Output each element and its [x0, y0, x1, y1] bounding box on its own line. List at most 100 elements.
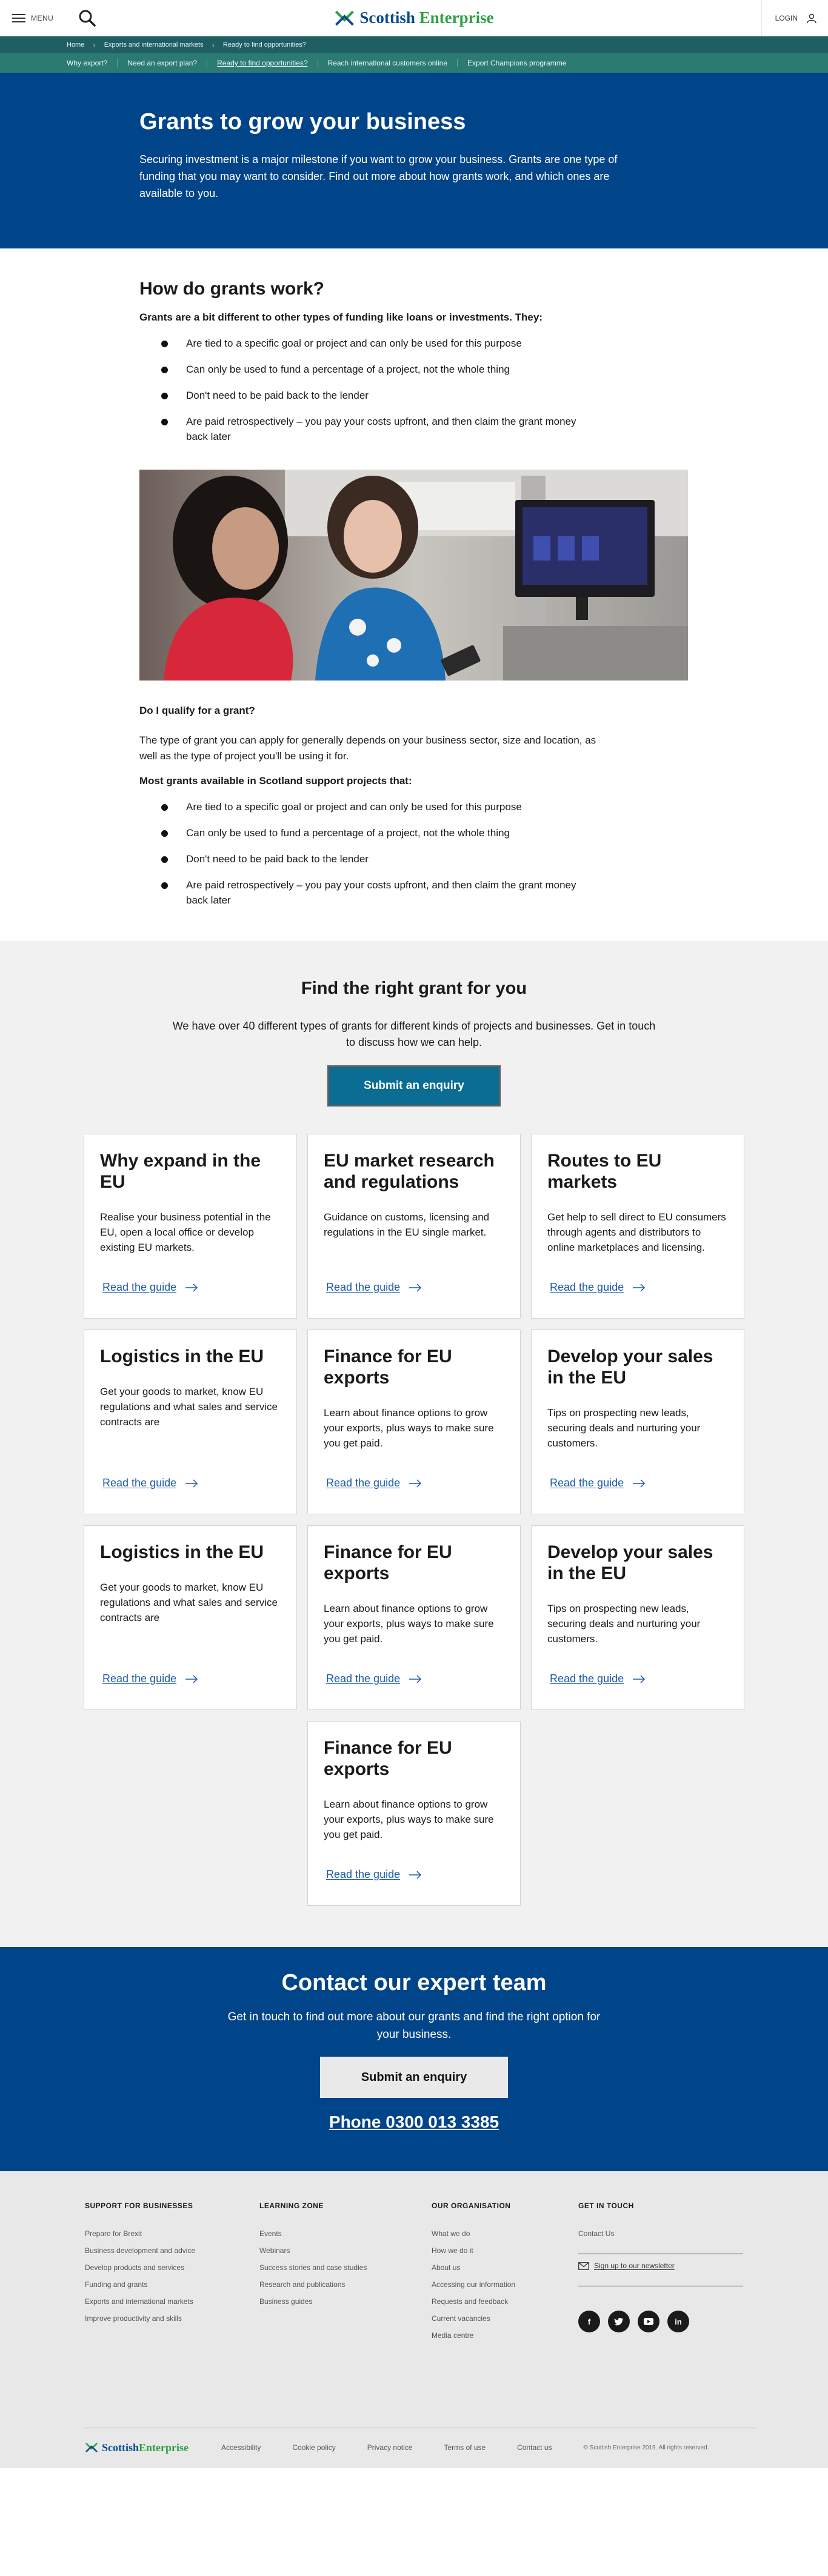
logo-word-2: Enterprise: [419, 8, 494, 27]
read-guide-link[interactable]: Read the guide: [102, 1672, 198, 1685]
footer-link[interactable]: How we do it: [432, 2246, 578, 2255]
submit-enquiry-button[interactable]: Submit an enquiry: [327, 1065, 501, 1107]
phone-link[interactable]: Phone 0300 013 3385: [0, 2112, 828, 2132]
footer-link[interactable]: Success stories and case studies: [259, 2263, 432, 2272]
footer-link[interactable]: Events: [259, 2229, 432, 2238]
linkedin-icon[interactable]: in: [667, 2311, 689, 2332]
footer-link[interactable]: Contact Us: [578, 2229, 760, 2238]
copyright-text: © Scottish Enterprise 2019. All rights r…: [583, 2444, 709, 2451]
footer-logo[interactable]: ScottishEnterprise: [85, 2441, 189, 2454]
list-item: Are paid retrospectively – you pay your …: [158, 877, 594, 908]
footer-link[interactable]: Media centre: [432, 2331, 578, 2340]
footer-column-contact: GET IN TOUCH Contact Us Sign up to our n…: [578, 2202, 760, 2348]
logo-word-2: Enterprise: [139, 2441, 189, 2454]
footer-link[interactable]: Develop products and services: [85, 2263, 259, 2272]
footer-link[interactable]: What we do: [432, 2229, 578, 2238]
subnav-export-plan[interactable]: Need an export plan?: [118, 59, 208, 67]
footer-link[interactable]: About us: [432, 2263, 578, 2272]
read-guide-link[interactable]: Read the guide: [102, 1281, 198, 1294]
search-icon[interactable]: [76, 7, 98, 29]
footer-link[interactable]: Webinars: [259, 2246, 432, 2255]
read-guide-link[interactable]: Read the guide: [326, 1672, 422, 1685]
guide-card[interactable]: Develop your sales in the EU Tips on pro…: [531, 1525, 744, 1710]
contact-submit-enquiry-button[interactable]: Submit an enquiry: [320, 2057, 508, 2098]
footer-cookie-link[interactable]: Cookie policy: [292, 2443, 335, 2452]
contact-heading: Contact our expert team: [281, 1970, 547, 1995]
guide-card[interactable]: Develop your sales in the EU Tips on pro…: [531, 1330, 744, 1514]
arrow-right-icon: [185, 1283, 198, 1292]
scotland-grants-bullet-list: Are tied to a specific goal or project a…: [158, 799, 828, 908]
read-guide-link[interactable]: Read the guide: [550, 1672, 646, 1685]
card-title: Why expand in the EU: [100, 1151, 261, 1192]
menu-button[interactable]: MENU: [12, 13, 53, 22]
read-guide-label: Read the guide: [102, 1672, 177, 1685]
footer-bottom-bar: ScottishEnterprise Accessibility Cookie …: [85, 2427, 755, 2454]
breadcrumb-current: Ready to find opportunities?: [222, 41, 306, 48]
breadcrumb-exports[interactable]: Exports and international markets: [104, 41, 204, 48]
footer-column-organisation: OUR ORGANISATION What we do How we do it…: [432, 2202, 578, 2348]
card-title: Develop your sales in the EU: [547, 1542, 713, 1583]
footer-privacy-link[interactable]: Privacy notice: [367, 2443, 413, 2452]
footer-link[interactable]: Funding and grants: [85, 2280, 259, 2289]
newsletter-link[interactable]: Sign up to our newsletter: [578, 2261, 760, 2270]
guide-card[interactable]: Logistics in the EU Get your goods to ma…: [84, 1330, 297, 1514]
footer-link[interactable]: Research and publications: [259, 2280, 432, 2289]
footer-link[interactable]: Improve productivity and skills: [85, 2314, 259, 2323]
read-guide-link[interactable]: Read the guide: [102, 1477, 198, 1489]
saltire-logo-icon: [85, 2442, 98, 2453]
card-text: Get your goods to market, know EU regula…: [100, 1386, 278, 1428]
footer-link[interactable]: Business development and advice: [85, 2246, 259, 2255]
youtube-icon[interactable]: [638, 2311, 659, 2332]
social-links: f in: [578, 2311, 760, 2332]
arrow-right-icon: [409, 1479, 422, 1488]
footer-link[interactable]: Business guides: [259, 2297, 432, 2306]
facebook-icon[interactable]: f: [578, 2311, 600, 2332]
logo-word-1: Scottish: [359, 8, 415, 27]
footer-link[interactable]: Exports and international markets: [85, 2297, 259, 2306]
card-text: Learn about finance options to grow your…: [324, 1407, 494, 1449]
guide-card[interactable]: Logistics in the EU Get your goods to ma…: [84, 1525, 297, 1710]
card-text: Get help to sell direct to EU consumers …: [547, 1211, 726, 1253]
read-guide-label: Read the guide: [326, 1281, 401, 1293]
page-title: Grants to grow your business: [139, 109, 466, 135]
twitter-icon[interactable]: [608, 2311, 630, 2332]
read-guide-link[interactable]: Read the guide: [550, 1477, 646, 1489]
guide-card[interactable]: Why expand in the EU Realise your busine…: [84, 1134, 297, 1319]
read-guide-link[interactable]: Read the guide: [326, 1477, 422, 1489]
guide-card[interactable]: Routes to EU markets Get help to sell di…: [531, 1134, 744, 1319]
subnav-reach-online[interactable]: Reach international customers online: [318, 59, 458, 67]
footer-link[interactable]: Requests and feedback: [432, 2297, 578, 2306]
footer-column-learning: LEARNING ZONE Events Webinars Success st…: [259, 2202, 432, 2348]
breadcrumb-home[interactable]: Home: [67, 41, 84, 48]
guide-cards-grid: Why expand in the EU Realise your busine…: [0, 1134, 828, 1906]
site-logo[interactable]: Scottish Enterprise: [334, 8, 494, 28]
logo-word-1: Scottish: [102, 2441, 139, 2454]
read-guide-link[interactable]: Read the guide: [326, 1868, 422, 1881]
footer-link[interactable]: Prepare for Brexit: [85, 2229, 259, 2238]
read-guide-link[interactable]: Read the guide: [550, 1281, 646, 1294]
footer-heading: LEARNING ZONE: [259, 2202, 324, 2210]
guide-card[interactable]: EU market research and regulations Guida…: [307, 1134, 521, 1319]
footer-link[interactable]: Current vacancies: [432, 2314, 578, 2323]
arrow-right-icon: [185, 1479, 198, 1488]
saltire-logo-icon: [335, 10, 354, 25]
find-grant-heading: Find the right grant for you: [301, 979, 527, 998]
guide-card[interactable]: Finance for EU exports Learn about finan…: [307, 1721, 521, 1906]
arrow-right-icon: [185, 1674, 198, 1683]
login-button[interactable]: LOGIN: [761, 0, 817, 36]
footer-contact-link[interactable]: Contact us: [517, 2443, 552, 2452]
card-text: Realise your business potential in the E…: [100, 1211, 271, 1253]
footer-terms-link[interactable]: Terms of use: [444, 2443, 486, 2452]
subnav-why-export[interactable]: Why export?: [67, 59, 118, 67]
footer-accessibility-link[interactable]: Accessibility: [221, 2443, 261, 2452]
breadcrumb: Home › Exports and international markets…: [0, 36, 828, 53]
subnav-export-champions[interactable]: Export Champions programme: [458, 59, 576, 67]
chevron-right-icon: ›: [93, 40, 96, 50]
read-guide-link[interactable]: Read the guide: [326, 1281, 422, 1294]
guide-card[interactable]: Finance for EU exports Learn about finan…: [307, 1525, 521, 1710]
subnav-find-opportunities[interactable]: Ready to find opportunities?: [207, 59, 318, 67]
guide-card[interactable]: Finance for EU exports Learn about finan…: [307, 1330, 521, 1514]
arrow-right-icon: [633, 1283, 646, 1292]
footer-link[interactable]: Accessing our information: [432, 2280, 578, 2289]
qualify-text: The type of grant you can apply for gene…: [139, 734, 596, 762]
